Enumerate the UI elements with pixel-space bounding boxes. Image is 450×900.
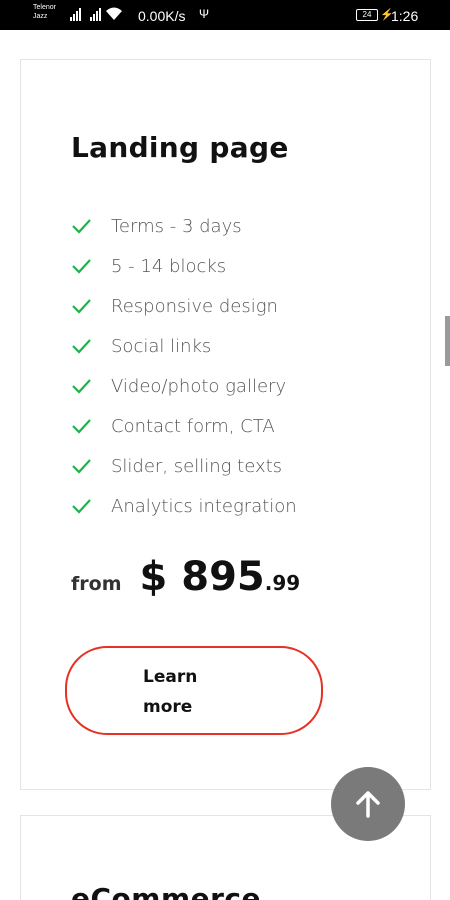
battery-icon: 24 bbox=[356, 9, 378, 21]
feature-label: Contact form, CTA bbox=[111, 415, 275, 437]
plan-title: eCommerce bbox=[71, 882, 262, 900]
pricing-card-landing-page: Landing page Terms - 3 days 5 - 14 block… bbox=[20, 59, 431, 790]
battery-level: 24 bbox=[362, 10, 372, 19]
network-speed: 0.00K/s bbox=[138, 8, 186, 24]
feature-label: Slider, selling texts bbox=[111, 455, 283, 477]
price-cents: .99 bbox=[264, 571, 301, 595]
status-bar: Telenor Jazz 0.00K/s Ψ 24 ⚡ 1:26 bbox=[0, 0, 450, 30]
check-icon bbox=[72, 299, 91, 314]
feature-item: Terms - 3 days bbox=[71, 206, 297, 246]
plan-title: Landing page bbox=[71, 131, 289, 164]
carrier-name: Telenor Jazz bbox=[33, 3, 56, 21]
price-amount: $ 895 bbox=[139, 554, 265, 600]
carrier-line-2: Jazz bbox=[33, 13, 48, 20]
check-icon bbox=[72, 499, 91, 514]
feature-item: Slider, selling texts bbox=[71, 446, 297, 486]
feature-item: Contact form, CTA bbox=[71, 406, 297, 446]
feature-label: 5 - 14 blocks bbox=[111, 255, 227, 277]
check-icon bbox=[72, 459, 91, 474]
arrow-up-icon bbox=[356, 791, 380, 818]
clock: 1:26 bbox=[391, 8, 419, 24]
feature-label: Responsive design bbox=[111, 295, 278, 317]
check-icon bbox=[72, 379, 91, 394]
feature-item: Responsive design bbox=[71, 286, 297, 326]
scrollbar-thumb[interactable] bbox=[445, 316, 450, 366]
feature-list: Terms - 3 days 5 - 14 blocks Responsive … bbox=[71, 206, 297, 526]
price: from $ 895 .99 bbox=[71, 554, 300, 600]
feature-item: Social links bbox=[71, 326, 297, 366]
feature-label: Video/photo gallery bbox=[111, 375, 287, 397]
learn-more-button[interactable]: Learn more bbox=[65, 646, 323, 735]
usb-icon: Ψ bbox=[199, 7, 210, 21]
feature-label: Social links bbox=[111, 335, 212, 357]
feature-item: Video/photo gallery bbox=[71, 366, 297, 406]
carrier-line-1: Telenor bbox=[33, 4, 56, 11]
check-icon bbox=[72, 219, 91, 234]
signal-wifi-icons bbox=[70, 7, 122, 21]
feature-label: Terms - 3 days bbox=[111, 215, 242, 237]
feature-label: Analytics integration bbox=[111, 495, 297, 517]
feature-item: Analytics integration bbox=[71, 486, 297, 526]
check-icon bbox=[72, 419, 91, 434]
scroll-to-top-button[interactable] bbox=[331, 767, 405, 841]
feature-item: 5 - 14 blocks bbox=[71, 246, 297, 286]
price-prefix: from bbox=[71, 573, 122, 595]
learn-more-label: Learn more bbox=[143, 667, 198, 717]
check-icon bbox=[72, 339, 91, 354]
check-icon bbox=[72, 259, 91, 274]
